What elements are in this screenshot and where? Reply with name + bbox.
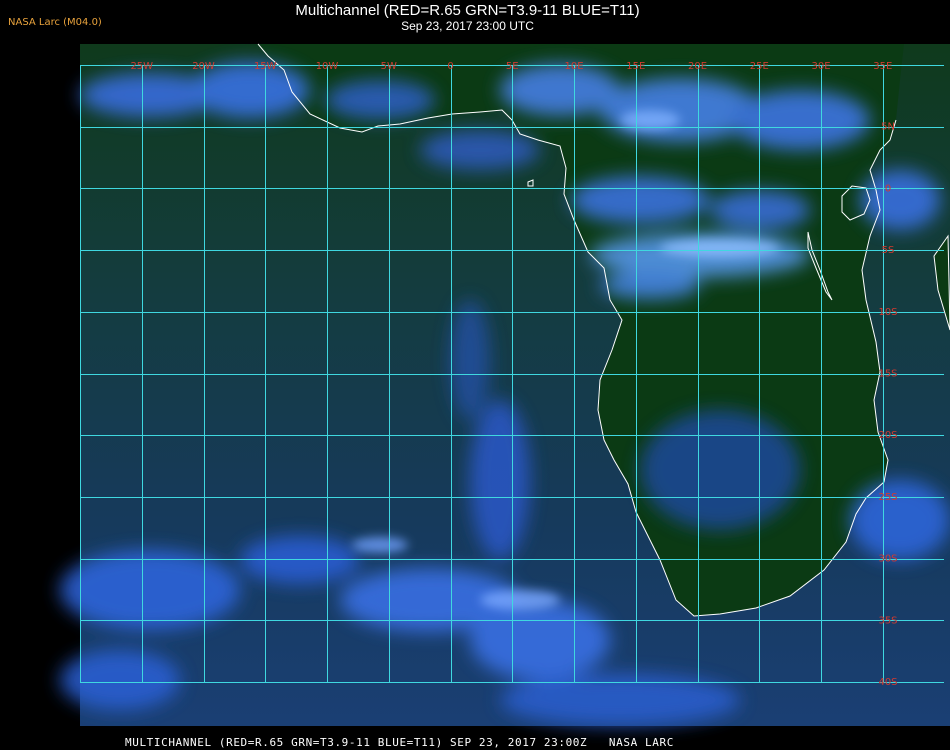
- longitude-label: 10W: [316, 61, 339, 72]
- latitude-label: 20S: [878, 430, 897, 441]
- latitude-label: 15S: [878, 369, 897, 380]
- longitude-label: 15E: [626, 61, 645, 72]
- longitude-label: 10E: [564, 61, 583, 72]
- longitude-label: 0: [447, 61, 453, 72]
- latitude-label: 35S: [878, 615, 897, 626]
- longitude-label: 20W: [192, 61, 215, 72]
- satellite-map[interactable]: 25W 20W 15W 10W 5W 0 5E 10E 15E 20E 25E 30E 35E 5N 0 5…: [0, 0, 950, 750]
- latitude-label: 10S: [878, 307, 897, 318]
- longitude-label: 30E: [811, 61, 830, 72]
- longitude-label: 5W: [381, 61, 397, 72]
- latitude-label: 30S: [878, 554, 897, 565]
- longitude-label: 35E: [873, 61, 892, 72]
- longitude-label: 25W: [130, 61, 153, 72]
- longitude-label: 15W: [254, 61, 277, 72]
- latitude-label: 40S: [878, 677, 897, 688]
- latitude-label: 25S: [878, 492, 897, 503]
- longitude-label: 25E: [750, 61, 769, 72]
- longitude-label: 5E: [506, 61, 519, 72]
- latitude-label: 5S: [882, 245, 895, 256]
- latitude-label: 5N: [881, 122, 895, 133]
- latitude-label: 0: [885, 183, 891, 194]
- longitude-label: 20E: [688, 61, 707, 72]
- footer-caption: MULTICHANNEL (RED=R.65 GRN=T3.9-11 BLUE=…: [125, 736, 674, 749]
